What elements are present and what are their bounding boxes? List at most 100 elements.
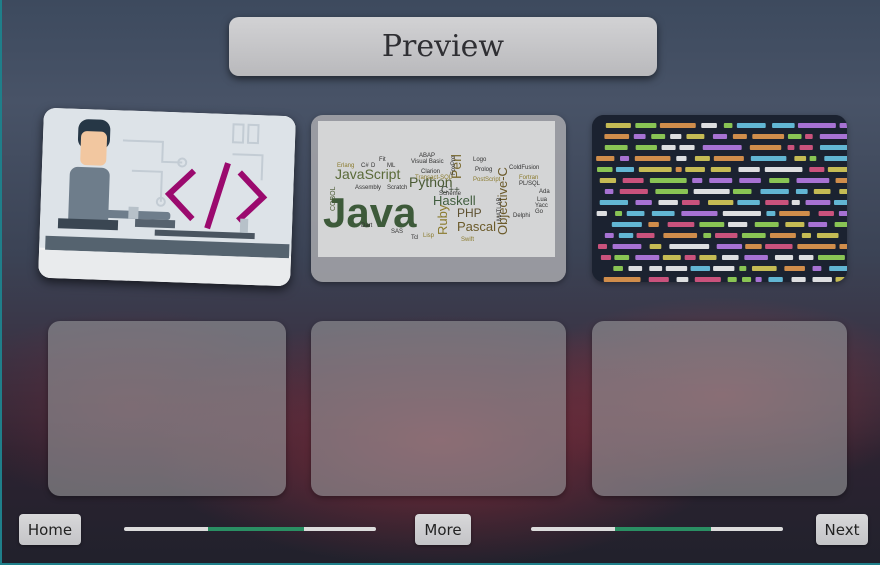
card-developer-illustration[interactable] xyxy=(38,107,296,287)
code-token xyxy=(620,156,630,161)
code-token xyxy=(785,222,805,227)
next-button[interactable]: Next xyxy=(816,514,868,545)
code-token xyxy=(679,145,695,150)
more-button[interactable]: More xyxy=(415,514,471,545)
code-token xyxy=(812,277,832,282)
code-token xyxy=(716,244,743,249)
code-token xyxy=(838,211,847,216)
card-code-photo[interactable] xyxy=(592,115,847,282)
code-token xyxy=(694,277,721,282)
code-token xyxy=(835,178,847,183)
code-token xyxy=(658,200,678,205)
code-token xyxy=(737,200,760,205)
cloud-word: Ruby xyxy=(435,204,450,235)
code-token xyxy=(635,123,657,128)
code-token xyxy=(760,189,789,194)
code-token xyxy=(690,266,711,271)
code-token xyxy=(597,244,607,249)
cloud-word: Visual Basic xyxy=(411,159,444,165)
code-token xyxy=(769,233,796,238)
cloud-word: PHP xyxy=(457,206,482,220)
code-token xyxy=(712,134,728,139)
code-token xyxy=(817,255,845,260)
code-token xyxy=(655,189,688,194)
code-token xyxy=(710,167,731,172)
code-token xyxy=(799,145,813,150)
code-token xyxy=(603,277,641,282)
code-token xyxy=(739,266,747,271)
code-token xyxy=(596,211,607,216)
programming-word-cloud-icon: JavaJavaScript PythonPerlHaskellRuby PHPPa… xyxy=(311,115,566,282)
cloud-word: Go xyxy=(535,209,544,215)
code-token xyxy=(744,255,768,260)
code-token xyxy=(791,277,806,282)
code-token xyxy=(752,134,785,139)
code-token xyxy=(833,200,847,205)
card-empty-2[interactable] xyxy=(311,321,566,496)
code-token xyxy=(622,178,644,183)
progress-bar-right-fill xyxy=(615,527,711,531)
code-token xyxy=(648,222,659,227)
code-token xyxy=(813,189,831,194)
code-token xyxy=(605,123,631,128)
home-button[interactable]: Home xyxy=(19,514,81,545)
card-empty-3[interactable] xyxy=(592,321,847,496)
cloud-word: MATLAB xyxy=(497,197,503,221)
card-language-cloud[interactable]: Java JavaScript Python Perl Haskell Ruby PHP Pa… xyxy=(311,115,566,282)
page-title: Preview xyxy=(381,29,505,64)
code-token xyxy=(667,222,695,227)
code-token xyxy=(693,189,730,194)
code-token xyxy=(604,233,614,238)
code-token xyxy=(808,222,828,227)
code-token xyxy=(741,233,766,238)
code-token xyxy=(709,178,733,183)
code-token xyxy=(618,233,634,238)
code-token xyxy=(739,178,761,183)
code-token xyxy=(628,266,643,271)
code-token xyxy=(809,167,825,172)
cloud-word: Transact-SQL xyxy=(415,175,453,181)
code-token xyxy=(684,255,696,260)
code-token xyxy=(635,200,652,205)
code-token xyxy=(819,145,847,150)
code-token xyxy=(787,145,795,150)
cloud-word: PostScript xyxy=(473,177,501,183)
cloud-word: Lisp xyxy=(423,233,435,239)
code-token xyxy=(612,244,642,249)
code-token xyxy=(694,156,710,161)
cloud-word: Ada xyxy=(539,189,550,195)
code-token xyxy=(611,222,642,227)
code-token xyxy=(745,244,762,249)
code-token xyxy=(626,211,645,216)
cloud-word: Dart xyxy=(361,223,373,229)
code-token xyxy=(772,123,795,128)
code-token xyxy=(615,167,635,172)
code-token xyxy=(604,189,614,194)
code-token xyxy=(676,277,689,282)
code-token xyxy=(754,222,779,227)
code-token xyxy=(649,178,687,183)
cloud-word: ML xyxy=(387,163,396,169)
code-token xyxy=(722,211,761,216)
code-token xyxy=(805,134,813,139)
code-token xyxy=(681,200,700,205)
code-token xyxy=(750,156,787,161)
card-empty-1[interactable] xyxy=(48,321,286,496)
code-token xyxy=(816,233,839,238)
code-token xyxy=(723,123,733,128)
cloud-word: Logo xyxy=(473,157,487,163)
code-token xyxy=(636,233,655,238)
code-token xyxy=(765,200,789,205)
cloud-word: Fit xyxy=(379,157,386,163)
code-token xyxy=(715,233,738,238)
code-token xyxy=(699,255,717,260)
code-token xyxy=(661,145,676,150)
code-token xyxy=(692,178,703,183)
code-token xyxy=(791,200,800,205)
code-token xyxy=(732,134,747,139)
code-token xyxy=(638,167,672,172)
cloud-word: Prolog xyxy=(475,167,492,173)
code-token xyxy=(649,266,663,271)
code-token xyxy=(829,266,847,271)
code-token xyxy=(713,266,735,271)
